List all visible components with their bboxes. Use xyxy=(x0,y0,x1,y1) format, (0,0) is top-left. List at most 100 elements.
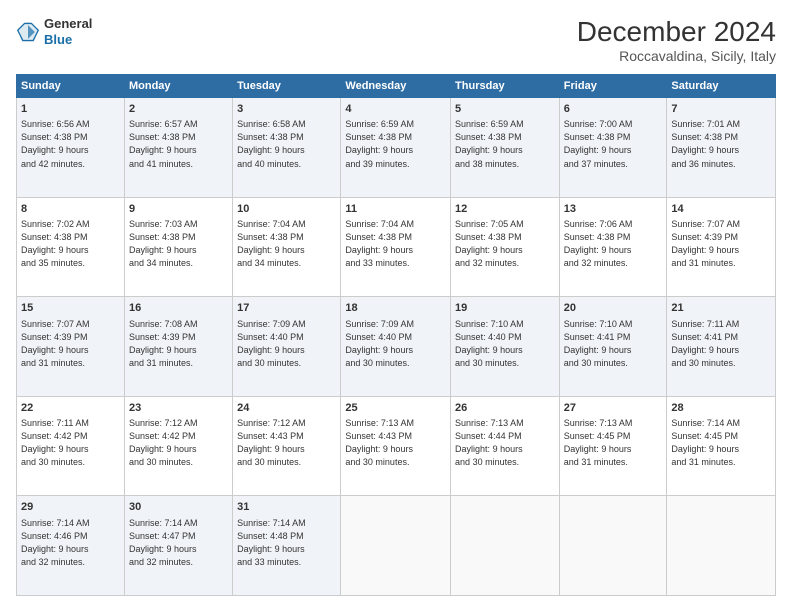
day-number: 16 xyxy=(129,301,228,316)
day-number: 18 xyxy=(345,301,446,316)
day-info: Sunrise: 7:04 AMSunset: 4:38 PMDaylight:… xyxy=(345,218,446,270)
day-number: 26 xyxy=(455,401,555,416)
day-number: 8 xyxy=(21,202,120,217)
week-row-5: 29Sunrise: 7:14 AMSunset: 4:46 PMDayligh… xyxy=(17,496,776,596)
calendar-cell: 18 Sunrise: 7:09 AMSunset: 4:40 PMDayligh… xyxy=(341,297,451,397)
day-info: Sunrise: 7:05 AMSunset: 4:38 PMDaylight:… xyxy=(455,218,555,270)
day-info: Sunrise: 6:59 AMSunset: 4:38 PMDaylight:… xyxy=(345,118,446,170)
calendar-cell xyxy=(667,496,776,596)
day-info: Sunrise: 7:02 AMSunset: 4:38 PMDaylight:… xyxy=(21,218,120,270)
calendar-cell: 12Sunrise: 7:05 AMSunset: 4:38 PMDayligh… xyxy=(451,197,560,297)
day-number: 31 xyxy=(237,500,336,515)
day-number: 19 xyxy=(455,301,555,316)
day-info: Sunrise: 7:01 AMSunset: 4:38 PMDaylight:… xyxy=(671,118,771,170)
day-number: 24 xyxy=(237,401,336,416)
calendar-cell: 31 Sunrise: 7:14 AMSunset: 4:48 PMDayligh… xyxy=(233,496,341,596)
calendar-cell: 30Sunrise: 7:14 AMSunset: 4:47 PMDayligh… xyxy=(124,496,232,596)
day-number: 11 xyxy=(345,202,446,217)
day-number: 9 xyxy=(129,202,228,217)
day-info: Sunrise: 6:58 AMSunset: 4:38 PMDaylight:… xyxy=(237,118,336,170)
calendar-cell: 15 Sunrise: 7:07 AMSunset: 4:39 PMDayligh… xyxy=(17,297,125,397)
calendar-cell: 21 Sunrise: 7:11 AMSunset: 4:41 PMDayligh… xyxy=(667,297,776,397)
logo-text: General Blue xyxy=(44,16,92,47)
day-info: Sunrise: 7:06 AMSunset: 4:38 PMDaylight:… xyxy=(564,218,663,270)
day-number: 27 xyxy=(564,401,663,416)
calendar-cell: 4Sunrise: 6:59 AMSunset: 4:38 PMDaylight… xyxy=(341,98,451,198)
day-info: Sunrise: 7:11 AMSunset: 4:41 PMDaylight:… xyxy=(671,318,771,370)
day-of-week-saturday: Saturday xyxy=(667,75,776,98)
calendar-cell xyxy=(341,496,451,596)
day-number: 28 xyxy=(671,401,771,416)
day-info: Sunrise: 7:10 AMSunset: 4:41 PMDaylight:… xyxy=(564,318,663,370)
day-info: Sunrise: 7:03 AMSunset: 4:38 PMDaylight:… xyxy=(129,218,228,270)
days-of-week-row: SundayMondayTuesdayWednesdayThursdayFrid… xyxy=(17,75,776,98)
day-number: 15 xyxy=(21,301,120,316)
calendar-cell: 6Sunrise: 7:00 AMSunset: 4:38 PMDaylight… xyxy=(559,98,667,198)
day-of-week-wednesday: Wednesday xyxy=(341,75,451,98)
title-block: December 2024 Roccavaldina, Sicily, Ital… xyxy=(577,16,776,64)
day-number: 6 xyxy=(564,102,663,117)
day-info: Sunrise: 7:00 AMSunset: 4:38 PMDaylight:… xyxy=(564,118,663,170)
week-row-2: 8Sunrise: 7:02 AMSunset: 4:38 PMDaylight… xyxy=(17,197,776,297)
day-of-week-friday: Friday xyxy=(559,75,667,98)
calendar-cell: 7Sunrise: 7:01 AMSunset: 4:38 PMDaylight… xyxy=(667,98,776,198)
day-of-week-sunday: Sunday xyxy=(17,75,125,98)
day-number: 17 xyxy=(237,301,336,316)
calendar-cell: 1Sunrise: 6:56 AMSunset: 4:38 PMDaylight… xyxy=(17,98,125,198)
calendar-cell: 5Sunrise: 6:59 AMSunset: 4:38 PMDaylight… xyxy=(451,98,560,198)
day-info: Sunrise: 7:12 AMSunset: 4:42 PMDaylight:… xyxy=(129,417,228,469)
calendar-cell: 16Sunrise: 7:08 AMSunset: 4:39 PMDayligh… xyxy=(124,297,232,397)
calendar-table: SundayMondayTuesdayWednesdayThursdayFrid… xyxy=(16,74,776,596)
day-info: Sunrise: 7:14 AMSunset: 4:47 PMDaylight:… xyxy=(129,517,228,569)
day-number: 22 xyxy=(21,401,120,416)
day-info: Sunrise: 7:07 AMSunset: 4:39 PMDaylight:… xyxy=(671,218,771,270)
day-number: 13 xyxy=(564,202,663,217)
calendar-cell: 29Sunrise: 7:14 AMSunset: 4:46 PMDayligh… xyxy=(17,496,125,596)
day-info: Sunrise: 7:09 AMSunset: 4:40 PMDaylight:… xyxy=(345,318,446,370)
week-row-1: 1Sunrise: 6:56 AMSunset: 4:38 PMDaylight… xyxy=(17,98,776,198)
location: Roccavaldina, Sicily, Italy xyxy=(577,48,776,64)
day-number: 2 xyxy=(129,102,228,117)
day-info: Sunrise: 7:13 AMSunset: 4:45 PMDaylight:… xyxy=(564,417,663,469)
page: General Blue December 2024 Roccavaldina,… xyxy=(0,0,792,612)
day-info: Sunrise: 7:11 AMSunset: 4:42 PMDaylight:… xyxy=(21,417,120,469)
month-year: December 2024 xyxy=(577,16,776,48)
day-number: 12 xyxy=(455,202,555,217)
day-of-week-monday: Monday xyxy=(124,75,232,98)
day-info: Sunrise: 7:10 AMSunset: 4:40 PMDaylight:… xyxy=(455,318,555,370)
day-info: Sunrise: 7:14 AMSunset: 4:48 PMDaylight:… xyxy=(237,517,336,569)
day-number: 3 xyxy=(237,102,336,117)
day-of-week-tuesday: Tuesday xyxy=(233,75,341,98)
day-of-week-thursday: Thursday xyxy=(451,75,560,98)
day-info: Sunrise: 6:57 AMSunset: 4:38 PMDaylight:… xyxy=(129,118,228,170)
day-number: 1 xyxy=(21,102,120,117)
day-info: Sunrise: 7:12 AMSunset: 4:43 PMDaylight:… xyxy=(237,417,336,469)
calendar-cell: 24Sunrise: 7:12 AMSunset: 4:43 PMDayligh… xyxy=(233,396,341,496)
day-number: 14 xyxy=(671,202,771,217)
calendar-cell xyxy=(451,496,560,596)
day-info: Sunrise: 7:13 AMSunset: 4:43 PMDaylight:… xyxy=(345,417,446,469)
day-info: Sunrise: 7:07 AMSunset: 4:39 PMDaylight:… xyxy=(21,318,120,370)
day-number: 21 xyxy=(671,301,771,316)
calendar-cell xyxy=(559,496,667,596)
day-info: Sunrise: 7:04 AMSunset: 4:38 PMDaylight:… xyxy=(237,218,336,270)
calendar-cell: 19 Sunrise: 7:10 AMSunset: 4:40 PMDayligh… xyxy=(451,297,560,397)
calendar-cell: 10Sunrise: 7:04 AMSunset: 4:38 PMDayligh… xyxy=(233,197,341,297)
calendar-cell: 25Sunrise: 7:13 AMSunset: 4:43 PMDayligh… xyxy=(341,396,451,496)
day-info: Sunrise: 6:56 AMSunset: 4:38 PMDaylight:… xyxy=(21,118,120,170)
calendar-cell: 22Sunrise: 7:11 AMSunset: 4:42 PMDayligh… xyxy=(17,396,125,496)
day-number: 29 xyxy=(21,500,120,515)
calendar-cell: 2Sunrise: 6:57 AMSunset: 4:38 PMDaylight… xyxy=(124,98,232,198)
day-number: 4 xyxy=(345,102,446,117)
day-info: Sunrise: 7:09 AMSunset: 4:40 PMDaylight:… xyxy=(237,318,336,370)
day-number: 23 xyxy=(129,401,228,416)
calendar-header: SundayMondayTuesdayWednesdayThursdayFrid… xyxy=(17,75,776,98)
week-row-4: 22Sunrise: 7:11 AMSunset: 4:42 PMDayligh… xyxy=(17,396,776,496)
day-number: 25 xyxy=(345,401,446,416)
calendar-cell: 3Sunrise: 6:58 AMSunset: 4:38 PMDaylight… xyxy=(233,98,341,198)
logo: General Blue xyxy=(16,16,92,47)
calendar-cell: 28Sunrise: 7:14 AMSunset: 4:45 PMDayligh… xyxy=(667,396,776,496)
calendar-body: 1Sunrise: 6:56 AMSunset: 4:38 PMDaylight… xyxy=(17,98,776,596)
logo-general-text: General xyxy=(44,16,92,32)
calendar-cell: 26Sunrise: 7:13 AMSunset: 4:44 PMDayligh… xyxy=(451,396,560,496)
